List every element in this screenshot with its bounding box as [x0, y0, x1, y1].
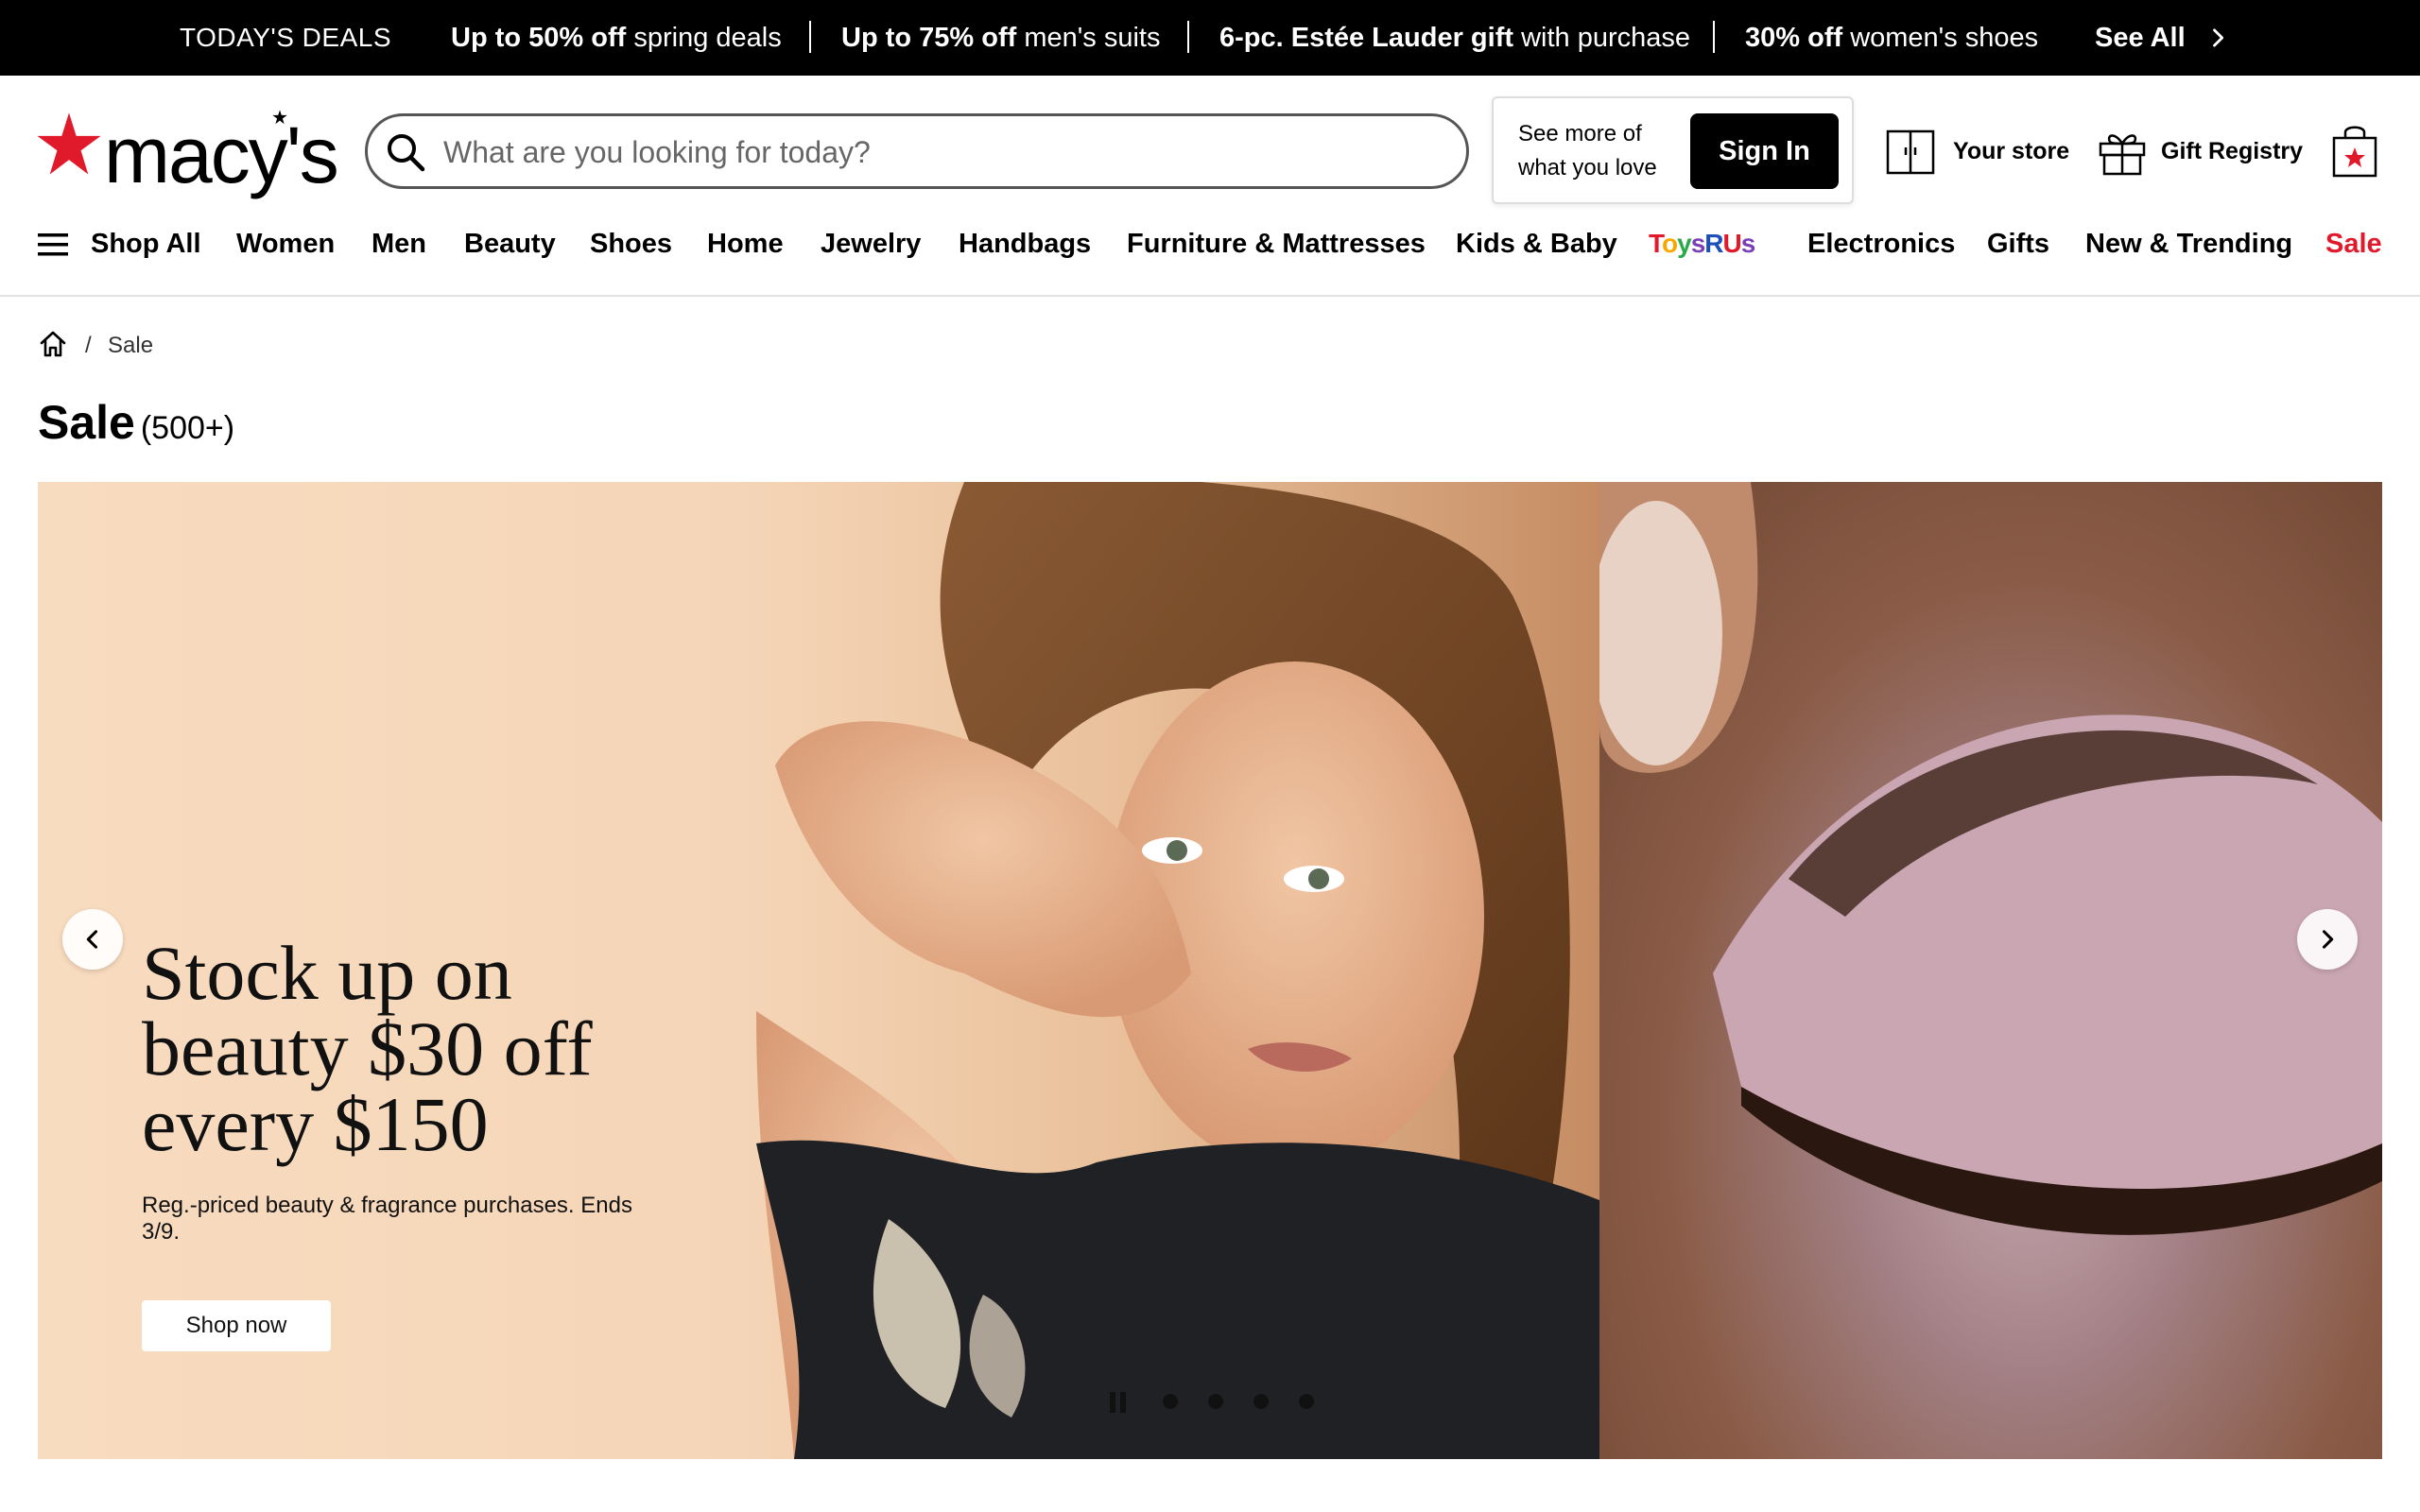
toys-logo-part: s [1740, 229, 1756, 258]
your-store-link[interactable]: Your store [1885, 123, 2074, 180]
hamburger-menu-icon[interactable] [38, 232, 68, 258]
nav-electronics[interactable]: Electronics [1807, 227, 1955, 261]
nav-kids-baby[interactable]: Kids & Baby [1456, 227, 1617, 261]
deal-mens-suits-text: men's suits [1016, 23, 1161, 53]
carousel-dot[interactable] [1208, 1394, 1223, 1409]
chevron-right-icon[interactable] [2204, 25, 2231, 51]
your-store-label: Your store [1953, 138, 2070, 164]
deal-estee-lauder[interactable]: 6-pc. Estée Lauder gift with purchase [1219, 21, 1690, 55]
home-icon[interactable] [38, 329, 68, 359]
deal-spring[interactable]: Up to 50% off spring deals [451, 21, 782, 55]
deal-womens-shoes-text: women's shoes [1842, 23, 2039, 53]
nav-sale[interactable]: Sale [2325, 227, 2382, 261]
gift-icon [2099, 134, 2146, 176]
nav-gifts[interactable]: Gifts [1987, 227, 2049, 261]
toys-logo-part: U [1722, 229, 1742, 258]
breadcrumb-separator: / [85, 333, 92, 358]
nav-jewelry[interactable]: Jewelry [821, 227, 921, 261]
deal-spring-bold: Up to 50% off [451, 23, 627, 53]
nav-beauty[interactable]: Beauty [464, 227, 556, 261]
todays-deals-label: TODAY'S DEALS [180, 23, 391, 52]
sign-in-button[interactable]: Sign In [1690, 113, 1839, 189]
pause-icon[interactable] [1108, 1391, 1129, 1414]
carousel-prev-button[interactable] [62, 909, 123, 970]
deal-spring-text: spring deals [626, 23, 782, 53]
nav-shoes[interactable]: Shoes [590, 227, 672, 261]
page-title: Sale (500+) [38, 395, 234, 450]
hero-eyeshadow-illustration [1599, 482, 2382, 1235]
search-icon[interactable] [383, 129, 428, 175]
nav-furniture-mattresses[interactable]: Furniture & Mattresses [1127, 227, 1426, 261]
deal-estee-lauder-bold: 6-pc. Estée Lauder gift [1219, 23, 1514, 53]
toys-logo-part: T [1649, 229, 1663, 258]
gift-registry-link[interactable]: Gift Registry [2097, 123, 2305, 180]
shop-now-button[interactable]: Shop now [142, 1300, 331, 1351]
macys-logo[interactable]: macy's [36, 110, 339, 195]
red-star-icon [37, 112, 101, 175]
carousel-dot[interactable] [1253, 1394, 1269, 1409]
search-bar [365, 113, 1469, 189]
nav-women[interactable]: Women [236, 227, 335, 261]
gift-registry-label: Gift Registry [2161, 138, 2304, 164]
carousel-dot[interactable] [1163, 1394, 1178, 1409]
carousel-indicators [1108, 1389, 1354, 1418]
hero-image-eyeshadow [1599, 482, 2382, 1459]
deal-divider [1713, 21, 1715, 53]
signin-box: See more of what you love Sign In [1492, 96, 1854, 204]
toys-logo-part: y [1677, 229, 1692, 258]
hero-subtext: Reg.-priced beauty & fragrance purchases… [142, 1193, 632, 1245]
breadcrumb-current: Sale [108, 333, 154, 358]
nav-men[interactable]: Men [372, 227, 426, 261]
deal-womens-shoes[interactable]: 30% off women's shoes [1745, 21, 2038, 55]
deal-mens-suits-bold: Up to 75% off [841, 23, 1017, 53]
logo-wordmark: macy's [104, 111, 339, 199]
shopping-bag-icon[interactable] [2331, 123, 2378, 180]
carousel-next-button[interactable] [2297, 909, 2358, 970]
toys-logo-part: o [1662, 229, 1678, 258]
search-input[interactable] [443, 128, 1445, 177]
deal-divider [809, 21, 811, 53]
chevron-right-icon [2322, 930, 2334, 949]
nav-shop-all[interactable]: Shop All [91, 227, 201, 261]
deal-womens-shoes-bold: 30% off [1745, 23, 1843, 53]
nav-toys-r-us-logo[interactable]: ToysRUs [1649, 229, 1756, 259]
deal-divider [1187, 21, 1189, 53]
result-count: (500+) [140, 410, 235, 446]
chevron-left-icon [86, 930, 98, 949]
hero-text-block: Stock up on beauty $30 off every $150 Re… [142, 930, 728, 1351]
deal-estee-lauder-text: with purchase [1513, 23, 1691, 53]
store-icon [1886, 129, 1935, 175]
signin-promo-text: See more of what you love [1518, 121, 1657, 180]
main-nav: Shop All Women Men Beauty Shoes Home Jew… [0, 215, 2420, 297]
hero-carousel: Stock up on beauty $30 off every $150 Re… [38, 482, 2382, 1459]
nav-handbags[interactable]: Handbags [959, 227, 1091, 261]
nav-new-trending[interactable]: New & Trending [2085, 227, 2292, 261]
deal-mens-suits[interactable]: Up to 75% off men's suits [841, 21, 1160, 55]
nav-home[interactable]: Home [707, 227, 784, 261]
small-star-icon [272, 110, 287, 125]
hero-headline: Stock up on beauty $30 off every $150 [142, 930, 593, 1167]
see-all-deals-link[interactable]: See All [2095, 21, 2186, 55]
todays-deals-bar: TODAY'S DEALS Up to 50% off spring deals… [0, 0, 2420, 76]
page-title-text: Sale [38, 396, 135, 449]
carousel-dot[interactable] [1299, 1394, 1314, 1409]
toys-logo-part: R [1704, 229, 1723, 258]
toys-logo-part: s [1690, 229, 1706, 258]
